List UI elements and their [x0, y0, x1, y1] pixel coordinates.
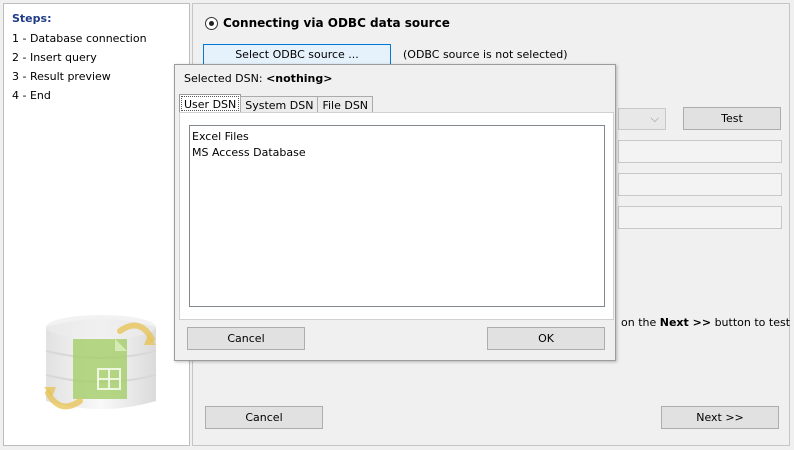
steps-title: Steps:	[12, 12, 52, 25]
hint-next-label: Next >>	[659, 316, 712, 329]
connection-field-2[interactable]	[618, 173, 782, 196]
user-dsn-panel: Excel Files MS Access Database	[179, 112, 614, 320]
next-button[interactable]: Next >>	[661, 406, 779, 429]
chevron-down-icon: ⌵	[650, 112, 659, 125]
selected-dsn-value: <nothing>	[266, 72, 333, 85]
odbc-status-text: (ODBC source is not selected)	[403, 48, 568, 61]
list-item[interactable]: Excel Files	[191, 129, 603, 145]
hint-suffix: button to test	[714, 316, 791, 329]
cancel-button[interactable]: Cancel	[205, 406, 323, 429]
dialog-cancel-button[interactable]: Cancel	[187, 327, 305, 350]
step-insert-query: 2 - Insert query	[12, 51, 97, 64]
database-sync-icon	[44, 315, 157, 410]
odbc-radio-option[interactable]: Connecting via ODBC data source	[205, 16, 450, 30]
test-button[interactable]: Test	[683, 107, 781, 130]
dsn-list[interactable]: Excel Files MS Access Database	[189, 125, 605, 307]
tab-system-dsn[interactable]: System DSN	[240, 96, 319, 113]
steps-panel: Steps: 1 - Database connection 2 - Inser…	[3, 3, 190, 446]
dsn-tabs: User DSN System DSN File DSN	[179, 94, 374, 113]
selected-dsn-label: Selected DSN:	[184, 72, 263, 85]
connection-field-1[interactable]	[618, 140, 782, 163]
next-hint-text: on the Next >> button to test	[621, 316, 790, 329]
odbc-radio-label: Connecting via ODBC data source	[223, 16, 450, 30]
dsn-selection-dialog: Selected DSN: <nothing> User DSN System …	[174, 64, 616, 361]
driver-combo[interactable]: ⌵	[618, 108, 666, 130]
select-odbc-source-button[interactable]: Select ODBC source ...	[203, 44, 391, 65]
tab-user-dsn[interactable]: User DSN	[179, 94, 242, 113]
connection-field-3[interactable]	[618, 206, 782, 229]
dialog-ok-button[interactable]: OK	[487, 327, 605, 350]
step-database-connection: 1 - Database connection	[12, 32, 147, 45]
step-result-preview: 3 - Result preview	[12, 70, 111, 83]
tab-file-dsn[interactable]: File DSN	[317, 96, 374, 113]
step-end: 4 - End	[12, 89, 51, 102]
odbc-wizard-window: Steps: 1 - Database connection 2 - Inser…	[0, 0, 794, 450]
hint-prefix: on the	[621, 316, 657, 329]
odbc-radio-button[interactable]	[205, 16, 218, 30]
selected-dsn-text: Selected DSN: <nothing>	[184, 72, 332, 85]
list-item[interactable]: MS Access Database	[191, 145, 603, 161]
